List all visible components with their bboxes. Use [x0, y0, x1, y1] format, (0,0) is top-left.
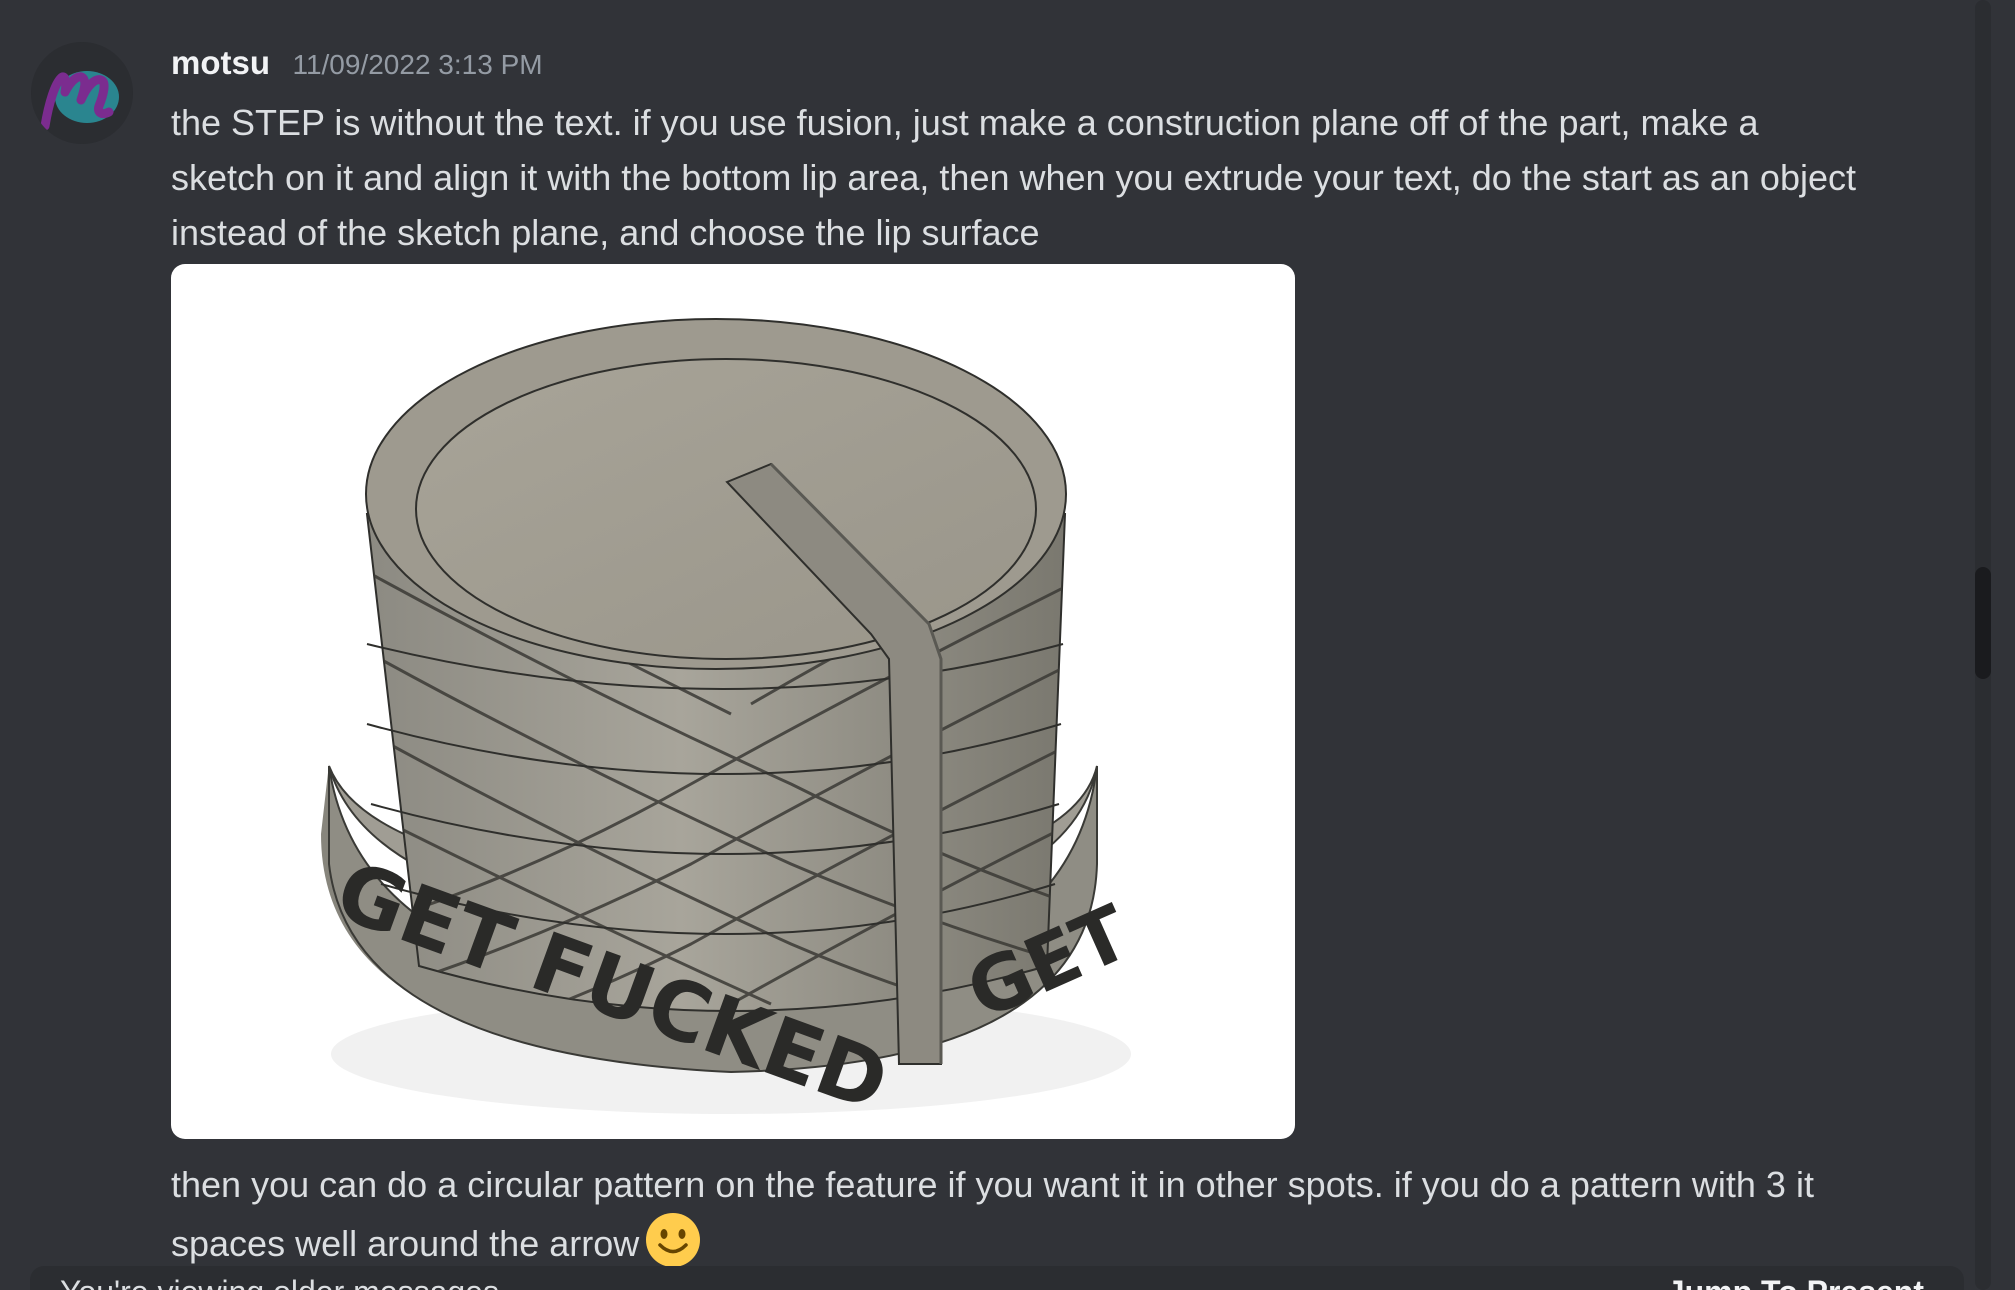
- older-messages-label: You're viewing older messages: [60, 1274, 499, 1290]
- username[interactable]: motsu: [171, 44, 270, 81]
- message-text: the STEP is without the text. if you use…: [171, 102, 1856, 253]
- jump-to-present-bar[interactable]: You're viewing older messages Jump To Pr…: [30, 1266, 1964, 1290]
- scrollbar-thumb[interactable]: [1975, 567, 1991, 679]
- user-avatar[interactable]: [31, 42, 133, 144]
- knob-render-image: GET FUCKED GET: [321, 318, 1142, 1131]
- message-text-2: then you can do a circular pattern on th…: [171, 1164, 1814, 1264]
- image-attachment[interactable]: GET FUCKED GET: [171, 264, 1295, 1139]
- jump-to-present-button[interactable]: Jump To Present: [1667, 1274, 1924, 1290]
- message-header: motsu 11/09/2022 3:13 PM: [171, 44, 543, 94]
- message-text-continued: then you can do a circular pattern on th…: [171, 1157, 1861, 1271]
- slightly-smiling-face-icon[interactable]: [645, 1212, 701, 1268]
- chat-page: motsu 11/09/2022 3:13 PM the STEP is wit…: [0, 0, 2015, 1290]
- m-letter-logo-icon: [31, 42, 133, 144]
- timestamp[interactable]: 11/09/2022 3:13 PM: [292, 49, 542, 80]
